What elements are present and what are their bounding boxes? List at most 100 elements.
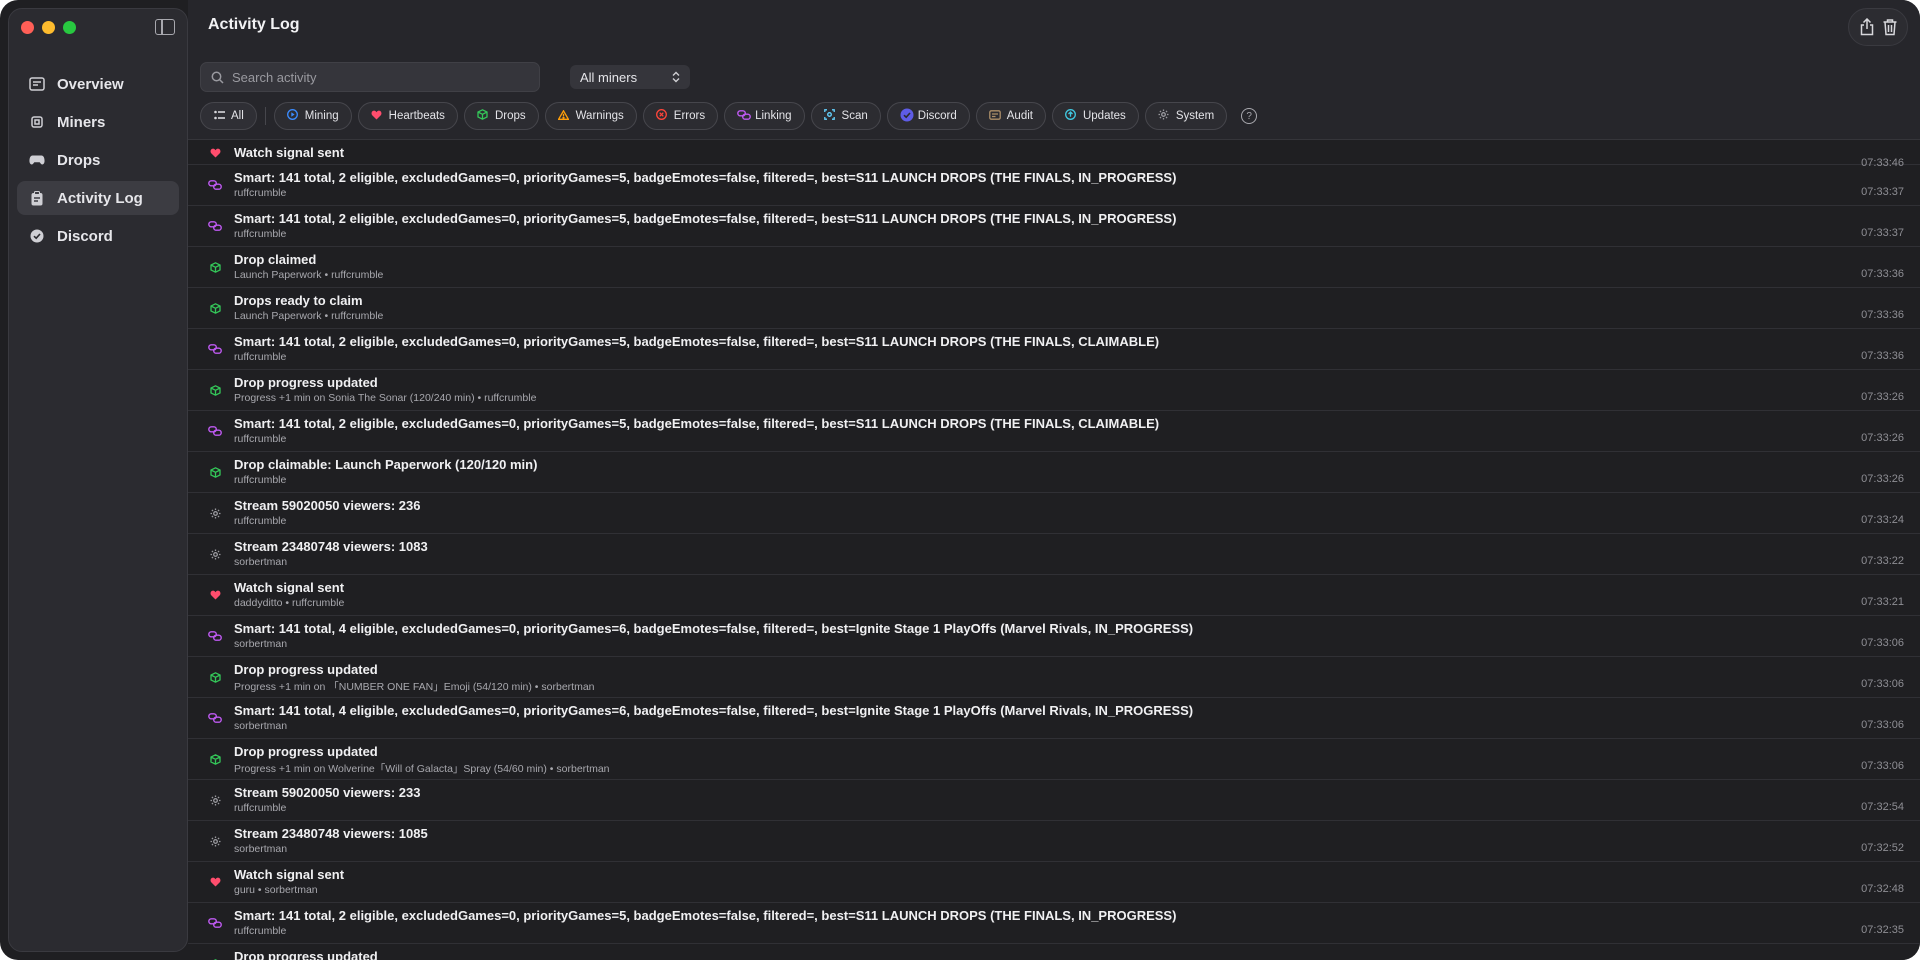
filter-chip-all[interactable]: All [200,102,257,130]
filter-chip-updates[interactable]: Updates [1051,102,1139,130]
filter-chip-mining[interactable]: Mining [273,102,352,130]
log-title: Watch signal sent [234,580,345,595]
delete-button[interactable] [1880,17,1900,37]
log-subtitle: ruffcrumble [234,187,287,199]
log-row[interactable]: Watch signal sent guru • sorbertman 07:32:… [188,862,1920,903]
log-timestamp: 07:33:24 [1861,514,1904,526]
scan-icon [824,109,836,123]
filter-chip-audit[interactable]: Audit [975,102,1046,130]
log-row-text: Smart: 141 total, 2 eligible, excludedGa… [234,334,1800,363]
log-title: Smart: 141 total, 4 eligible, excludedGa… [234,621,1194,636]
log-timestamp: 07:32:54 [1861,801,1904,813]
link-icon [208,916,222,930]
log-row-text: Smart: 141 total, 4 eligible, excludedGa… [234,621,1800,650]
sidebar-item-miners[interactable]: Miners [17,105,179,139]
log-timestamp: 07:33:22 [1861,555,1904,567]
log-title: Drop progress updated [234,949,378,960]
zoom-window-button[interactable] [63,21,76,34]
heart-icon [371,110,383,123]
log-title: Stream 23480748 viewers: 1083 [234,539,428,554]
log-title: Drop progress updated [234,662,378,677]
log-row-text: Stream 59020050 viewers: 233 ruffcrumble [234,785,1800,814]
log-row[interactable]: Drop progress updated Progress +1 min on … [188,739,1920,780]
log-row[interactable]: Drop progress updated Progress +1 min on … [188,370,1920,411]
discord-icon [29,228,45,244]
log-row[interactable]: Drop progress updated Progress +1 min on … [188,657,1920,698]
log-row[interactable]: Stream 23480748 viewers: 1083 sorbertman 0… [188,534,1920,575]
filter-chip-system[interactable]: System [1144,102,1228,130]
link-icon [208,219,222,233]
log-subtitle: Progress +1 min on Wolverine「Will of Gal… [234,763,610,775]
gear-icon [208,506,222,520]
link-icon [208,342,222,356]
sidebar-item-overview[interactable]: Overview [17,67,179,101]
log-subtitle: sorbertman [234,556,288,568]
log-row[interactable]: Smart: 141 total, 2 eligible, excludedGa… [188,903,1920,944]
log-row[interactable]: Drop progress updated [188,944,1920,960]
log-row-text: Drop claimed Launch Paperwork • ruffcrumb… [234,252,1800,281]
log-row[interactable]: Stream 23480748 viewers: 1085 sorbertman 0… [188,821,1920,862]
log-row-text: Smart: 141 total, 2 eligible, excludedGa… [234,170,1800,199]
filter-chip-heartbeats[interactable]: Heartbeats [357,102,458,130]
share-icon [1860,18,1873,36]
log-row[interactable]: Smart: 141 total, 2 eligible, excludedGa… [188,411,1920,452]
sidebar-item-discord[interactable]: Discord [17,219,179,253]
log-row[interactable]: Smart: 141 total, 2 eligible, excludedGa… [188,329,1920,370]
link-icon [208,711,222,725]
share-button[interactable] [1857,17,1877,37]
heart-icon [208,875,222,889]
log-row[interactable]: Smart: 141 total, 2 eligible, excludedGa… [188,206,1920,247]
sidebar-item-label: Activity Log [57,189,143,207]
box-icon [208,260,222,274]
log-row[interactable]: Smart: 141 total, 2 eligible, excludedGa… [188,165,1920,206]
search-input[interactable] [230,68,530,86]
link-icon [208,178,222,192]
gamepad-icon [29,152,45,168]
sidebar-toggle-icon[interactable] [155,19,175,35]
box-icon [208,383,222,397]
search-field[interactable] [200,62,540,92]
log-row-text: Smart: 141 total, 2 eligible, excludedGa… [234,416,1800,445]
log-row[interactable]: Watch signal sent daddyditto • ruffcrumbl… [188,575,1920,616]
log-row-text: Stream 23480748 viewers: 1085 sorbertman [234,826,1800,855]
log-title: Smart: 141 total, 2 eligible, excludedGa… [234,908,1177,923]
log-row[interactable]: Stream 59020050 viewers: 236 ruffcrumble 0… [188,493,1920,534]
log-row-text: Stream 23480748 viewers: 1083 sorbertman [234,539,1800,568]
search-icon [211,71,224,84]
log-row[interactable]: Smart: 141 total, 4 eligible, excludedGa… [188,698,1920,739]
log-timestamp: 07:33:37 [1861,186,1904,198]
log-title: Smart: 141 total, 2 eligible, excludedGa… [234,170,1177,185]
filter-chip-linking[interactable]: Linking [724,102,805,130]
sidebar-item-drops[interactable]: Drops [17,143,179,177]
log-timestamp: 07:33:36 [1861,350,1904,362]
link-icon [208,424,222,438]
sidebar-item-activity-log[interactable]: Activity Log [17,181,179,215]
log-row[interactable]: Drops ready to claim Launch Paperwork • r… [188,288,1920,329]
log-timestamp: 07:32:48 [1861,883,1904,895]
filter-chip-scan[interactable]: Scan [810,102,881,130]
filter-chip-label: Linking [755,110,792,122]
filter-chip-warnings[interactable]: Warnings [544,102,637,130]
filter-chip-label: Heartbeats [388,110,445,122]
minimize-window-button[interactable] [42,21,55,34]
filter-chip-drops[interactable]: Drops [463,102,539,130]
filter-chip-discord[interactable]: Discord [886,102,970,130]
log-row[interactable]: Drop claimed Launch Paperwork • ruffcrumb… [188,247,1920,288]
link-icon [737,109,751,123]
log-row[interactable]: Smart: 141 total, 4 eligible, excludedGa… [188,616,1920,657]
filter-chip-label: Scan [841,110,868,122]
log-row[interactable]: Drop claimable: Launch Paperwork (120/12… [188,452,1920,493]
log-row[interactable]: Stream 59020050 viewers: 233 ruffcrumble 0… [188,780,1920,821]
filter-chip-label: Mining [304,110,339,122]
log-subtitle: sorbertman [234,638,288,650]
log-timestamp: 07:33:06 [1861,637,1904,649]
log-title: Drop progress updated [234,744,378,759]
help-icon[interactable]: ? [1241,108,1258,124]
close-window-button[interactable] [21,21,34,34]
log-row-text: Drop progress updated Progress +1 min on … [234,375,1800,404]
log-subtitle: sorbertman [234,843,288,855]
miner-filter-select[interactable]: All miners [570,65,690,89]
filter-chip-errors[interactable]: Errors [642,102,719,130]
log-subtitle: Launch Paperwork • ruffcrumble [234,310,384,322]
log-row[interactable]: Watch signal sent 07:33:46 [188,141,1920,169]
